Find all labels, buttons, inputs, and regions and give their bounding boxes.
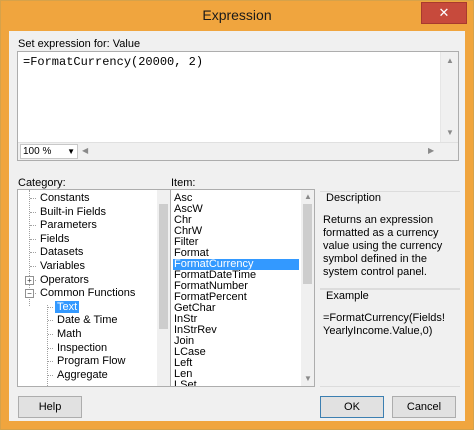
item-list-entry[interactable]: LSet [173, 380, 299, 387]
expression-editor[interactable]: =FormatCurrency(20000, 2) ▲ ▼ 100 % ▼ ◀ … [17, 51, 459, 161]
category-item[interactable]: Program Flow [55, 355, 127, 367]
category-item[interactable]: Built-in Fields [38, 206, 108, 218]
tree-guide-line [48, 320, 53, 322]
category-tree[interactable]: Constants Built-in Fields Parameters Fields… [17, 189, 171, 387]
item-scroll-thumb[interactable] [303, 204, 312, 284]
category-item[interactable]: Parameters [38, 219, 99, 231]
example-text: =FormatCurrency(Fields!YearlyIncome.Valu… [323, 312, 445, 337]
tree-guide-line [30, 198, 36, 199]
item-label: Item: [171, 177, 196, 189]
expression-text[interactable]: =FormatCurrency(20000, 2) [23, 55, 203, 69]
expand-icon[interactable]: + [25, 275, 34, 285]
scroll-up-icon[interactable]: ▲ [446, 56, 454, 65]
tree-guide-line [48, 347, 53, 349]
close-button[interactable]: ✕ [421, 2, 467, 24]
example-panel: Example =FormatCurrency(Fields!YearlyInc… [320, 289, 460, 387]
tree-guide-line [30, 266, 36, 267]
scroll-down-icon[interactable]: ▼ [446, 128, 454, 137]
category-item[interactable]: Common Functions [38, 287, 137, 299]
category-item[interactable]: Text [55, 300, 80, 313]
expression-label: Set expression for: Value [18, 38, 141, 50]
item-scrollbar[interactable]: ▲ ▼ [301, 190, 314, 386]
expression-horizontal-scrollbar[interactable]: 100 % ▼ ◀ ▶ [18, 142, 458, 160]
tree-guide-line [30, 225, 36, 227]
description-title: Description [326, 192, 382, 204]
title-bar[interactable]: Expression ✕ [1, 1, 473, 31]
category-item[interactable]: Operators [38, 274, 91, 286]
scroll-right-icon[interactable]: ▶ [428, 146, 434, 155]
zoom-select[interactable]: 100 % ▼ [20, 144, 78, 159]
tree-guide-line [48, 306, 53, 308]
tree-guide-line [30, 211, 36, 213]
description-text: Returns an expression formatted as a cur… [323, 214, 443, 278]
tree-guide-line [30, 252, 36, 254]
example-title: Example [326, 290, 369, 302]
category-item[interactable]: Math [55, 328, 83, 340]
scroll-down-icon[interactable]: ▼ [304, 374, 312, 383]
category-item[interactable]: Constants [38, 192, 92, 204]
category-scroll-thumb[interactable] [159, 204, 168, 329]
scroll-up-icon[interactable]: ▲ [304, 192, 312, 201]
category-item[interactable]: Date & Time [55, 314, 120, 326]
chevron-down-icon[interactable]: ▼ [67, 145, 75, 158]
window-title: Expression [202, 7, 272, 23]
dialog-client: Set expression for: Value =FormatCurrenc… [9, 31, 465, 421]
ok-button[interactable]: OK [320, 396, 384, 418]
close-icon: ✕ [438, 5, 450, 20]
category-item[interactable]: Fields [38, 233, 71, 245]
tree-guide-line [48, 374, 53, 376]
tree-guide-line [48, 361, 53, 363]
expression-dialog: Expression ✕ Set expression for: Value =… [0, 0, 474, 430]
tree-guide-line [48, 334, 53, 335]
cancel-button[interactable]: Cancel [392, 396, 456, 418]
expression-vertical-scrollbar[interactable]: ▲ ▼ [440, 52, 458, 142]
collapse-icon[interactable]: − [25, 289, 34, 299]
category-item[interactable]: Aggregate [55, 369, 110, 381]
zoom-value: 100 % [23, 146, 52, 157]
category-item[interactable]: Datasets [38, 246, 85, 258]
category-item[interactable]: Inspection [55, 342, 109, 354]
help-button[interactable]: Help [18, 396, 82, 418]
scroll-left-icon[interactable]: ◀ [82, 146, 88, 155]
category-scrollbar[interactable] [157, 190, 170, 386]
category-item[interactable]: Variables [38, 260, 87, 272]
tree-guide-line [30, 238, 36, 240]
category-label: Category: [18, 177, 66, 189]
item-list[interactable]: Asc AscW Chr ChrW Filter Format FormatCurrency… [170, 189, 315, 387]
description-panel: Description Returns an expression format… [320, 191, 460, 289]
